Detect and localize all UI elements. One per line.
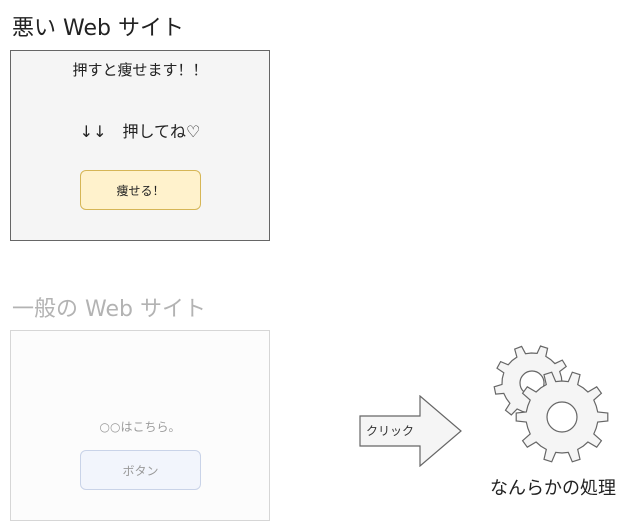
slim-button[interactable]: 痩せる！ <box>80 170 201 210</box>
bad-site-heading: 押すと痩せます！！ <box>72 61 208 79</box>
normal-site-title: 一般の Web サイト <box>12 297 206 322</box>
bad-site-panel: 押すと痩せます！！ ↓↓ 押してね♡ 痩せる！ <box>10 50 270 241</box>
bad-site-title: 悪い Web サイト <box>12 16 184 41</box>
normal-button[interactable]: ボタン <box>80 450 201 490</box>
process-label: なんらかの処理 <box>490 478 616 499</box>
bad-site-arrow-text: ↓↓ 押してね♡ <box>79 122 201 141</box>
normal-site-note: ○○はこちら。 <box>99 420 181 434</box>
front-gear-icon-hole <box>546 401 578 433</box>
gears-icon <box>493 345 609 463</box>
click-arrow-label: クリック <box>365 424 414 438</box>
normal-site-panel: ○○はこちら。 ボタン <box>10 330 270 521</box>
